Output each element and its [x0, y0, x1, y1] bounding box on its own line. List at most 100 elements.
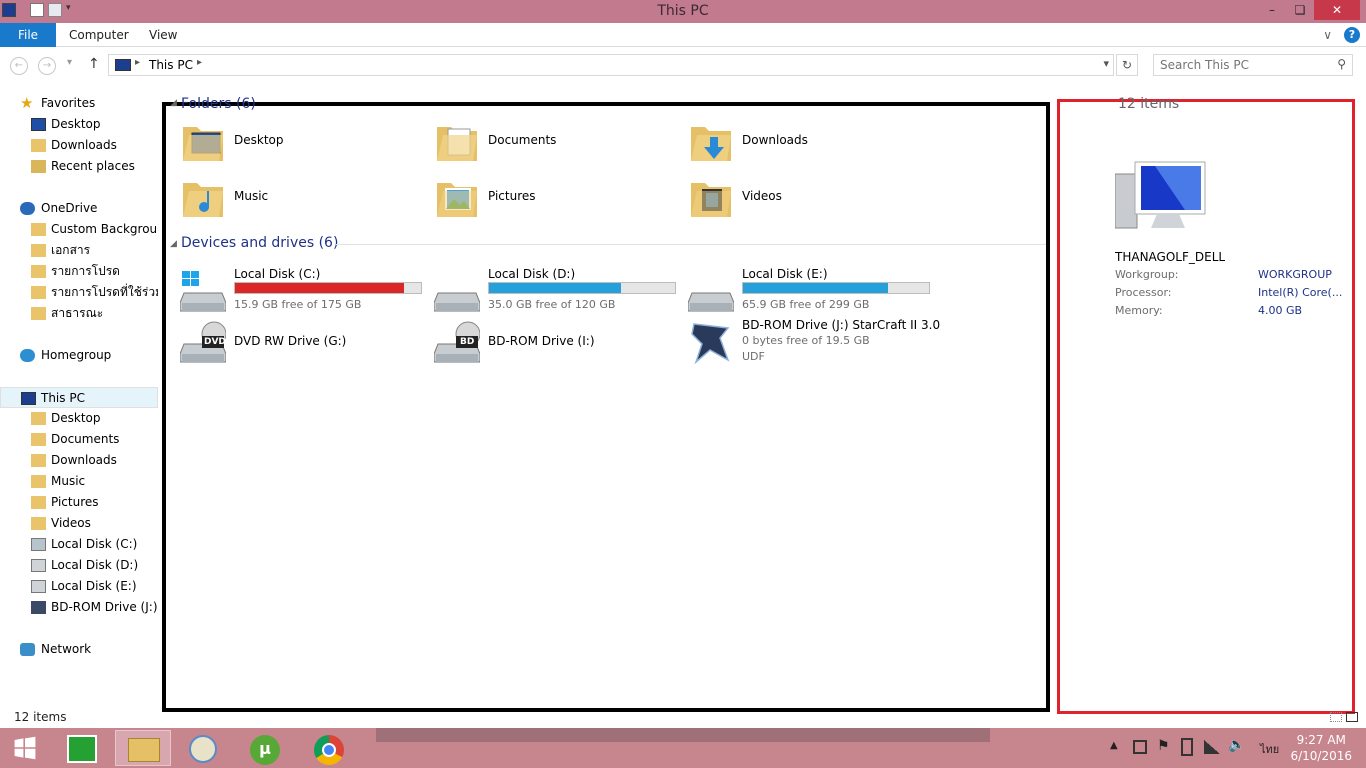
address-history-dropdown[interactable]: ▾: [1103, 57, 1109, 70]
search-box[interactable]: ⚲: [1153, 54, 1353, 76]
close-button[interactable]: ✕: [1314, 0, 1360, 20]
nav-onedrive[interactable]: OneDrive: [0, 198, 158, 219]
refresh-button[interactable]: ↻: [1116, 54, 1138, 76]
drive-tile-e[interactable]: Local Disk (E:) 65.9 GB free of 299 GB: [688, 267, 938, 321]
folder-icon: [31, 307, 46, 320]
drive-free-space: 35.0 GB free of 120 GB: [488, 298, 616, 311]
large-icons-view-icon[interactable]: [1346, 712, 1358, 722]
nav-favorites[interactable]: ★ Favorites: [0, 93, 158, 114]
drive-free-space: 65.9 GB free of 299 GB: [742, 298, 870, 311]
battery-icon[interactable]: [1181, 738, 1193, 756]
up-button[interactable]: ↑: [88, 56, 100, 72]
group-divider: [336, 244, 1046, 245]
taskbar-utorrent[interactable]: µ: [238, 730, 294, 766]
show-hidden-icons-icon[interactable]: ▲: [1110, 740, 1118, 751]
nav-pc-downloads[interactable]: Downloads: [0, 450, 158, 471]
folder-icon: [31, 223, 46, 236]
drive-tile-d[interactable]: Local Disk (D:) 35.0 GB free of 120 GB: [434, 267, 684, 321]
nav-onedrive-item[interactable]: รายการโปรดที่ใช้ร่วมกัน: [0, 282, 158, 303]
nav-onedrive-item[interactable]: สาธารณะ: [0, 303, 158, 324]
recent-places-icon: [31, 160, 46, 173]
windows-start-icon: [14, 736, 36, 760]
detail-key: Workgroup:: [1115, 268, 1179, 281]
address-path[interactable]: This PC: [149, 58, 193, 72]
expand-ribbon-icon[interactable]: ∨: [1323, 28, 1332, 42]
nav-favorites-recent[interactable]: Recent places: [0, 156, 158, 177]
drive-tile-g[interactable]: DVD DVD RW Drive (G:): [180, 320, 430, 372]
taskbar-paint[interactable]: [176, 730, 232, 766]
help-icon[interactable]: ?: [1344, 27, 1360, 43]
status-item-count: 12 items: [14, 710, 67, 724]
maximize-button[interactable]: ❏: [1286, 0, 1314, 20]
drive-tile-c[interactable]: Local Disk (C:) 15.9 GB free of 175 GB: [180, 267, 430, 321]
folder-tile-music[interactable]: Music: [180, 175, 430, 227]
search-input[interactable]: [1160, 55, 1330, 75]
clock[interactable]: 9:27 AM 6/10/2016: [1290, 732, 1352, 764]
input-language[interactable]: ไทย: [1260, 740, 1279, 758]
forward-button[interactable]: →: [38, 57, 56, 75]
drive-free-space: 15.9 GB free of 175 GB: [234, 298, 362, 311]
folder-tile-pictures[interactable]: Pictures: [434, 175, 684, 227]
dvd-badge: DVD: [204, 337, 226, 347]
start-button[interactable]: [0, 730, 56, 766]
folders-group-header[interactable]: Folders (6): [181, 96, 256, 112]
path-chevron-icon[interactable]: ▸: [197, 57, 202, 68]
nav-favorites-downloads[interactable]: Downloads: [0, 135, 158, 156]
title-bar: ▾ This PC – ❏ ✕: [0, 0, 1366, 23]
taskbar-file-explorer[interactable]: [115, 730, 171, 766]
recent-locations-dropdown[interactable]: ▾: [67, 57, 72, 68]
volume-icon[interactable]: 🔈: [1228, 737, 1245, 753]
folder-label: Videos: [742, 189, 782, 203]
action-center-windows-icon[interactable]: [1133, 740, 1147, 754]
chevron-right-icon[interactable]: ▸: [135, 57, 140, 68]
nav-onedrive-item[interactable]: เอกสาร: [0, 240, 158, 261]
nav-homegroup[interactable]: Homegroup: [0, 345, 158, 366]
nav-pc-disk-e[interactable]: Local Disk (E:): [0, 576, 158, 597]
nav-pc-desktop[interactable]: Desktop: [0, 408, 158, 429]
back-button[interactable]: ←: [10, 57, 28, 75]
nav-pc-pictures[interactable]: Pictures: [0, 492, 158, 513]
pictures-folder-icon: [31, 496, 46, 509]
usage-fill: [235, 283, 405, 293]
file-tab[interactable]: File: [0, 23, 56, 47]
folder-tile-videos[interactable]: Videos: [688, 175, 938, 227]
nav-this-pc[interactable]: This PC: [0, 387, 158, 408]
desktop-folder-icon: [31, 412, 46, 425]
tab-view[interactable]: View: [149, 28, 177, 42]
tab-computer[interactable]: Computer: [69, 28, 129, 42]
search-icon[interactable]: ⚲: [1337, 57, 1346, 71]
taskbar-store[interactable]: [56, 730, 112, 766]
folder-tile-desktop[interactable]: Desktop: [180, 119, 430, 171]
nav-network[interactable]: Network: [0, 639, 158, 660]
collapse-folders-icon[interactable]: ◢: [170, 98, 177, 108]
status-bar: 12 items: [0, 710, 1366, 728]
flag-icon[interactable]: ⚑: [1157, 738, 1170, 754]
taskbar-chrome[interactable]: [300, 730, 356, 766]
detail-key: Processor:: [1115, 286, 1172, 299]
collapse-devices-icon[interactable]: ◢: [170, 239, 177, 249]
usage-fill: [743, 283, 889, 293]
network-icon: [20, 643, 35, 656]
network-signal-icon[interactable]: [1204, 740, 1220, 754]
nav-onedrive-item[interactable]: รายการโปรด: [0, 261, 158, 282]
drive-tile-j[interactable]: BD-ROM Drive (J:) StarCraft II 3.0 0 byt…: [688, 318, 940, 372]
computer-icon: [1115, 161, 1206, 229]
nav-onedrive-item[interactable]: Custom Backgroun: [0, 219, 158, 240]
nav-pc-videos[interactable]: Videos: [0, 513, 158, 534]
drive-tile-i[interactable]: BD BD-ROM Drive (I:): [434, 320, 684, 372]
minimize-button[interactable]: –: [1258, 0, 1286, 20]
folder-tile-documents[interactable]: Documents: [434, 119, 684, 171]
nav-pc-bdrom-j[interactable]: BD-ROM Drive (J:) St: [0, 597, 158, 618]
usage-bar: [742, 282, 930, 294]
nav-pc-disk-d[interactable]: Local Disk (D:): [0, 555, 158, 576]
nav-pc-music[interactable]: Music: [0, 471, 158, 492]
nav-pc-disk-c[interactable]: Local Disk (C:): [0, 534, 158, 555]
folder-tile-downloads[interactable]: Downloads: [688, 119, 938, 171]
chrome-icon: [314, 735, 344, 765]
details-view-icon[interactable]: [1330, 712, 1342, 722]
nav-pc-documents[interactable]: Documents: [0, 429, 158, 450]
devices-group-header[interactable]: Devices and drives (6): [181, 235, 338, 251]
onedrive-cloud-icon: [20, 202, 35, 215]
nav-favorites-desktop[interactable]: Desktop: [0, 114, 158, 135]
address-bar[interactable]: ▸ This PC ▸ ▾: [108, 54, 1114, 76]
